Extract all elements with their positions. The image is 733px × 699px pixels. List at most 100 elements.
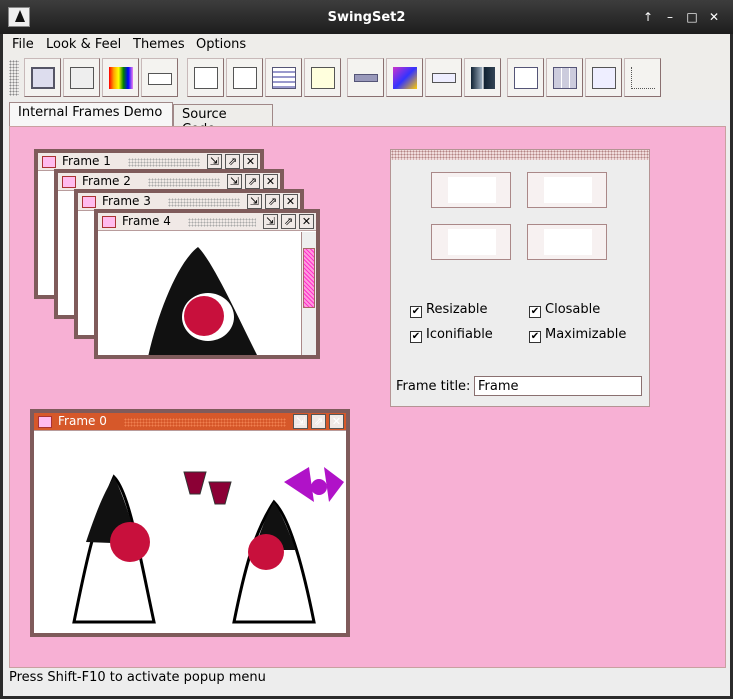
create-frame-bowtie-button[interactable]	[431, 224, 511, 260]
menu-options[interactable]: Options	[196, 37, 246, 52]
duke-toast-icon	[448, 177, 496, 203]
maximize-icon[interactable]: ⇗	[311, 414, 326, 429]
optionpane-demo-button[interactable]	[304, 58, 341, 97]
iconify-icon[interactable]: ⇲	[207, 154, 222, 169]
create-frame-car-button[interactable]	[527, 224, 607, 260]
scrollpane-icon	[393, 67, 417, 89]
window-title: SwingSet2	[327, 10, 406, 25]
table-icon	[553, 67, 577, 89]
tree-demo-button[interactable]	[624, 58, 661, 97]
resizable-checkbox[interactable]: ✔ Resizable	[410, 302, 487, 318]
create-frame-duke-button[interactable]	[527, 172, 607, 208]
close-icon[interactable]: ✕	[283, 194, 298, 209]
iconify-icon[interactable]: ⇲	[227, 174, 242, 189]
check-icon: ✔	[410, 331, 422, 343]
frame-title: Frame 3	[102, 194, 151, 208]
desktop-pane: Frame 1 ⇲ ⇗ ✕ Frame 2 ⇲ ⇗ ✕ Frame 3 ⇲ ⇗ …	[9, 126, 726, 668]
internal-frames-demo-button[interactable]	[24, 58, 61, 97]
frame-creator-panel: ✔ Resizable ✔ Closable ✔ Iconifiable ✔ Maxim…	[390, 149, 650, 407]
minimize-button[interactable]: –	[662, 9, 678, 25]
color-chooser-icon	[109, 67, 133, 89]
frame-icon	[62, 176, 76, 188]
table-demo-button[interactable]	[546, 58, 583, 97]
dukes-toasting-image	[72, 467, 344, 624]
menu-file[interactable]: File	[12, 37, 34, 52]
demo-tabs: Internal Frames Demo Source Code	[3, 102, 730, 137]
buttons-demo-button[interactable]	[63, 58, 100, 97]
frame-title: Frame 1	[62, 154, 111, 168]
tooltip-icon	[592, 67, 616, 89]
check-icon: ✔	[529, 331, 541, 343]
splitpane-demo-button[interactable]	[464, 58, 501, 97]
frame-titlebar[interactable]: Frame 0 ⇲ ⇗ ✕	[34, 413, 346, 431]
close-icon[interactable]: ✕	[263, 174, 278, 189]
toolbar-grip[interactable]	[9, 60, 19, 96]
maximize-icon[interactable]: ⇗	[225, 154, 240, 169]
list-demo-button[interactable]	[265, 58, 302, 97]
combobox-demo-button[interactable]	[141, 58, 178, 97]
title-grip	[168, 198, 240, 207]
title-grip	[188, 218, 256, 227]
tabbedpane-icon	[514, 67, 538, 89]
close-icon[interactable]: ✕	[299, 214, 314, 229]
iconify-icon[interactable]: ⇲	[293, 414, 308, 429]
progressbar-demo-button[interactable]	[347, 58, 384, 97]
file-chooser-icon	[194, 67, 218, 89]
frame-titlebar[interactable]: Frame 4 ⇲ ⇗ ✕	[98, 213, 316, 231]
duke-bowtie-icon	[448, 229, 496, 255]
duke-car-icon	[544, 229, 592, 255]
maximize-icon[interactable]: ⇗	[281, 214, 296, 229]
maximize-button[interactable]: □	[684, 9, 700, 25]
internal-frames-icon	[31, 67, 55, 89]
menu-look-and-feel[interactable]: Look & Feel	[46, 37, 121, 52]
check-icon: ✔	[410, 306, 422, 318]
combobox-icon	[148, 73, 172, 85]
close-icon[interactable]: ✕	[243, 154, 258, 169]
slider-icon	[432, 73, 456, 83]
tabbedpane-demo-button[interactable]	[507, 58, 544, 97]
internal-frame-4[interactable]: Frame 4 ⇲ ⇗ ✕	[94, 209, 320, 359]
maximizable-checkbox[interactable]: ✔ Maximizable	[529, 327, 626, 343]
iconify-icon[interactable]: ⇲	[247, 194, 262, 209]
frame-title-field[interactable]	[474, 376, 642, 396]
frame-content	[34, 432, 346, 633]
shade-button[interactable]: ↑	[640, 9, 656, 25]
iconifiable-checkbox[interactable]: ✔ Iconifiable	[410, 327, 493, 343]
maximize-icon[interactable]: ⇗	[265, 194, 280, 209]
create-frame-toast-button[interactable]	[431, 172, 511, 208]
menu-themes[interactable]: Themes	[133, 37, 185, 52]
close-button[interactable]: ✕	[706, 9, 722, 25]
frame-icon	[102, 216, 116, 228]
vertical-scrollbar[interactable]	[301, 232, 316, 355]
duke-image	[148, 247, 258, 355]
status-bar: Press Shift-F10 to activate popup menu	[9, 670, 266, 685]
splitpane-icon	[471, 67, 495, 89]
buttons-icon	[70, 67, 94, 89]
tree-icon	[631, 67, 655, 89]
tooltip-demo-button[interactable]	[585, 58, 622, 97]
panel-titlebar[interactable]	[391, 150, 649, 160]
frame-title: Frame 0	[58, 414, 107, 428]
tab-internal-frames-demo[interactable]: Internal Frames Demo	[9, 102, 173, 126]
color-chooser-demo-button[interactable]	[102, 58, 139, 97]
list-icon	[272, 67, 296, 89]
html-demo-button[interactable]	[226, 58, 263, 97]
closable-checkbox[interactable]: ✔ Closable	[529, 302, 600, 318]
frame-title: Frame 2	[82, 174, 131, 188]
internal-frame-0[interactable]: Frame 0 ⇲ ⇗ ✕	[30, 409, 350, 637]
close-icon[interactable]: ✕	[329, 414, 344, 429]
frame-title-label: Frame title:	[396, 379, 471, 394]
slider-demo-button[interactable]	[425, 58, 462, 97]
scrollpane-demo-button[interactable]	[386, 58, 423, 97]
frame-content	[98, 232, 316, 355]
file-chooser-demo-button[interactable]	[187, 58, 224, 97]
tab-source-code[interactable]: Source Code	[173, 104, 273, 137]
title-grip	[124, 418, 286, 427]
scroll-thumb[interactable]	[303, 248, 315, 308]
duke-icon	[544, 177, 592, 203]
iconify-icon[interactable]: ⇲	[263, 214, 278, 229]
html-icon	[233, 67, 257, 89]
maximize-icon[interactable]: ⇗	[245, 174, 260, 189]
frame-title: Frame 4	[122, 214, 171, 228]
toolbar	[3, 56, 730, 100]
